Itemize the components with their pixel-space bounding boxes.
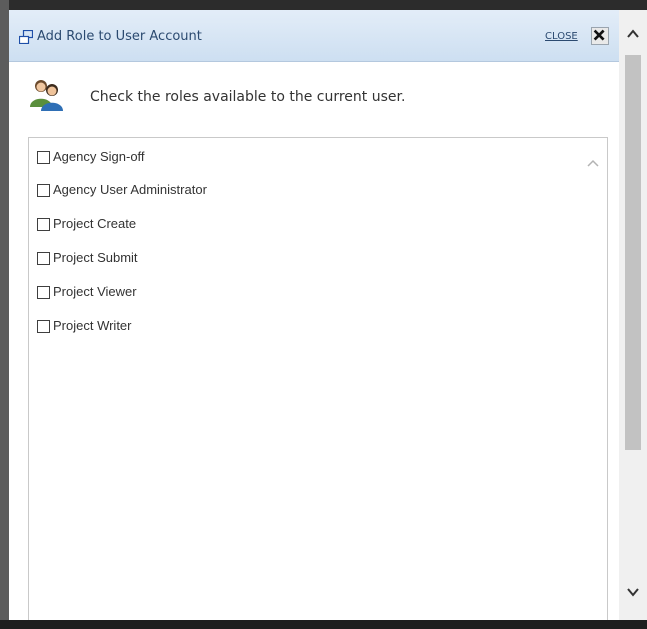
role-item-agency-sign-off[interactable]: Agency Sign-off <box>37 147 145 167</box>
chevron-down-icon[interactable] <box>625 584 641 600</box>
scrollbar-thumb[interactable] <box>625 55 641 450</box>
role-item-project-writer[interactable]: Project Writer <box>37 316 132 336</box>
backdrop-left <box>0 0 9 629</box>
close-x-icon[interactable] <box>591 27 609 45</box>
new-window-icon <box>19 30 33 44</box>
role-item-project-submit[interactable]: Project Submit <box>37 248 138 268</box>
role-checkbox[interactable] <box>37 285 50 299</box>
role-label: Project Viewer <box>53 284 137 299</box>
role-label: Project Writer <box>53 318 132 333</box>
add-role-dialog: Add Role to User Account CLOSE Check the… <box>9 10 619 620</box>
role-list: Agency Sign-off Agency User Administrato… <box>28 137 608 620</box>
dialog-titlebar: Add Role to User Account CLOSE <box>9 10 619 62</box>
close-link[interactable]: CLOSE <box>545 31 578 43</box>
role-checkbox[interactable] <box>37 183 50 197</box>
dialog-title: Add Role to User Account <box>37 29 202 44</box>
instruction-text: Check the roles available to the current… <box>90 89 406 105</box>
role-checkbox[interactable] <box>37 319 50 333</box>
role-checkbox[interactable] <box>37 150 50 164</box>
backdrop-top <box>0 0 647 10</box>
role-item-project-viewer[interactable]: Project Viewer <box>37 282 137 302</box>
role-label: Agency Sign-off <box>53 149 145 164</box>
window-scrollbar[interactable] <box>619 10 647 620</box>
role-checkbox[interactable] <box>37 217 50 231</box>
instruction-row: Check the roles available to the current… <box>9 63 619 131</box>
chevron-up-icon[interactable] <box>585 156 601 172</box>
role-item-project-create[interactable]: Project Create <box>37 214 136 234</box>
role-label: Agency User Administrator <box>53 182 207 197</box>
role-label: Project Submit <box>53 250 138 265</box>
chevron-up-icon[interactable] <box>625 26 641 42</box>
role-item-agency-user-administrator[interactable]: Agency User Administrator <box>37 180 207 200</box>
backdrop-bottom <box>0 620 647 629</box>
users-icon <box>30 80 63 111</box>
role-label: Project Create <box>53 216 137 231</box>
role-checkbox[interactable] <box>37 251 50 265</box>
